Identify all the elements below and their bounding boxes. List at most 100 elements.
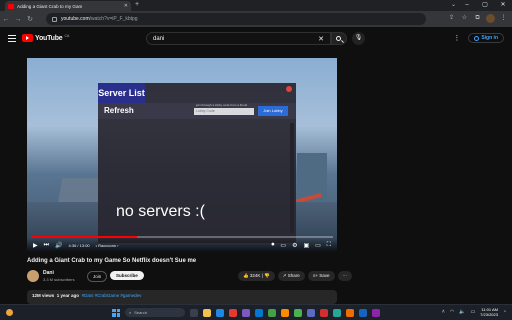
share-button[interactable]: ↗ Share: [277, 271, 305, 281]
profile-avatar-icon[interactable]: [486, 14, 495, 23]
app-icon[interactable]: [359, 308, 367, 317]
clear-search-icon[interactable]: ✕: [318, 35, 324, 43]
back-icon[interactable]: ←: [0, 16, 12, 23]
vscode-icon[interactable]: [255, 308, 263, 317]
tab-search-chevron-icon[interactable]: ⌄: [451, 1, 456, 8]
taskbar-apps: ⌕ Search: [112, 308, 380, 317]
hamburger-menu-icon[interactable]: [8, 35, 16, 44]
app-icon[interactable]: [372, 308, 380, 317]
chapter-label[interactable]: • Raccoons ›: [96, 243, 119, 248]
address-bar[interactable]: youtube.com/watch?v=iP_F_kbtpg: [46, 13, 426, 25]
search-input[interactable]: dani ✕: [146, 32, 331, 45]
refresh-button: Refresh: [104, 106, 134, 115]
youtube-play-icon: [22, 34, 33, 42]
description-box[interactable]: 12M views 1 year ago #Dani #CrabGame #ga…: [27, 290, 337, 304]
upload-age: 1 year ago: [56, 293, 80, 298]
taskbar-search-icon: ⌕: [129, 310, 132, 315]
url-domain: youtube.com: [61, 16, 90, 22]
settings-gear-icon[interactable]: ⚙: [292, 242, 297, 249]
extensions-icon[interactable]: ⧉: [473, 14, 482, 23]
app-icon[interactable]: [281, 308, 289, 317]
maximize-icon[interactable]: ▢: [476, 0, 494, 11]
server-list-header: Server List: [98, 83, 145, 103]
close-tab-icon[interactable]: ✕: [124, 3, 128, 9]
url-text: youtube.com/watch?v=iP_F_kbtpg: [61, 16, 138, 22]
office-icon[interactable]: [229, 308, 237, 317]
server-list-panel: Server List Refresh join through a lobby…: [98, 83, 296, 243]
wifi-icon[interactable]: ◠: [450, 309, 454, 315]
sign-in-button[interactable]: Sign in: [468, 33, 504, 43]
channel-name[interactable]: Dani: [43, 270, 54, 276]
subscriber-count: 3.3 M subscribers: [43, 277, 75, 282]
reload-icon[interactable]: ↻: [24, 15, 36, 23]
like-button[interactable]: 👍 324K | 👎: [238, 271, 275, 281]
chrome-icon[interactable]: [294, 308, 302, 317]
save-label: Save: [319, 273, 330, 278]
discord-icon[interactable]: [307, 308, 315, 317]
forward-icon[interactable]: →: [12, 16, 24, 23]
app-icon[interactable]: [320, 308, 328, 317]
server-list-toolbar: Refresh join through a lobby code from a…: [98, 103, 296, 119]
lobby-code-field: Lobby Code: [194, 108, 254, 115]
video-title: Adding a Giant Crab to my Game So Netfli…: [27, 258, 197, 264]
join-lobby-button: Join Lobby: [258, 106, 288, 116]
youtube-logo[interactable]: YouTube CA: [22, 34, 69, 42]
channel-row: Dani 3.3 M subscribers Join Subscribe 👍 …: [27, 268, 352, 284]
voice-search-icon[interactable]: 🎙: [352, 32, 365, 45]
sign-in-label: Sign in: [481, 35, 498, 41]
no-servers-message: no servers :(: [116, 203, 205, 220]
visual-studio-icon[interactable]: [242, 308, 250, 317]
browser-toolbar: ← → ↻ youtube.com/watch?v=iP_F_kbtpg ⇪ ☆…: [0, 11, 512, 27]
browser-tab[interactable]: Adding a Giant Crab to my Gam ✕: [5, 1, 131, 11]
volume-icon[interactable]: 🔊: [55, 242, 62, 249]
save-button[interactable]: ≡+ Save: [307, 271, 335, 281]
taskbar-search-label: Search: [134, 310, 147, 315]
app-icon[interactable]: [346, 308, 354, 317]
controls-right: ⏺ ▭ ⚙ ▣ ▭ ⛶: [271, 242, 331, 249]
app-icon[interactable]: [333, 308, 341, 317]
windows-start-icon[interactable]: [112, 308, 120, 317]
search-query: dani: [153, 35, 165, 42]
next-icon[interactable]: ⏭: [44, 242, 49, 249]
weather-sun-icon: [6, 309, 13, 316]
app-icon[interactable]: [268, 308, 276, 317]
notifications-icon[interactable]: ◔: [503, 309, 506, 315]
speaker-icon[interactable]: 🔈: [459, 309, 465, 315]
bookmark-star-icon[interactable]: ☆: [460, 14, 469, 23]
channel-avatar[interactable]: [27, 270, 39, 282]
clock-date: 7/23/2023: [480, 312, 498, 317]
browser-tab-strip: Adding a Giant Crab to my Gam ✕ + ⌄ – ▢ …: [0, 0, 512, 11]
edge-icon[interactable]: [216, 308, 224, 317]
theater-mode-icon[interactable]: ▭: [315, 242, 321, 249]
search-button[interactable]: [331, 32, 347, 45]
file-explorer-icon[interactable]: [203, 308, 211, 317]
task-view-icon[interactable]: [190, 308, 198, 317]
youtube-favicon-icon: [8, 3, 14, 9]
hashtags[interactable]: #Dani #CrabGame #gamedev: [82, 293, 142, 298]
video-player[interactable]: Server List Refresh join through a lobby…: [27, 58, 337, 252]
system-tray: ˄ ◠ 🔈 ▭ 11:01 AM 7/23/2023 ◔: [442, 307, 506, 317]
share-page-icon[interactable]: ⇪: [447, 14, 456, 23]
tray-overflow-icon[interactable]: ˄: [442, 309, 445, 315]
fullscreen-icon[interactable]: ⛶: [327, 242, 331, 249]
share-label: Share: [287, 273, 300, 278]
lobby-hint: join through a lobby code from a friend: [196, 103, 248, 107]
play-icon[interactable]: ▶: [33, 242, 38, 249]
battery-icon[interactable]: ▭: [470, 309, 475, 315]
subscribe-button[interactable]: Subscribe: [110, 271, 144, 280]
minimize-icon[interactable]: –: [458, 0, 476, 11]
more-actions-icon[interactable]: ⋯: [337, 271, 352, 281]
autoplay-toggle-icon[interactable]: ⏺: [271, 242, 274, 249]
browser-menu-icon[interactable]: ⋮: [499, 14, 508, 23]
settings-more-icon[interactable]: ⋮: [453, 34, 460, 42]
new-tab-icon[interactable]: +: [135, 1, 139, 8]
like-count: 324K: [249, 273, 261, 278]
url-path: /watch?v=iP_F_kbtpg: [89, 16, 138, 22]
join-button[interactable]: Join: [87, 271, 108, 282]
close-window-icon[interactable]: ✕: [494, 0, 512, 11]
taskbar-clock[interactable]: 11:01 AM 7/23/2023: [480, 307, 498, 317]
weather-widget[interactable]: [6, 309, 13, 316]
subtitles-icon[interactable]: ▭: [280, 242, 286, 249]
taskbar-search[interactable]: ⌕ Search: [125, 308, 185, 317]
miniplayer-icon[interactable]: ▣: [303, 242, 309, 249]
